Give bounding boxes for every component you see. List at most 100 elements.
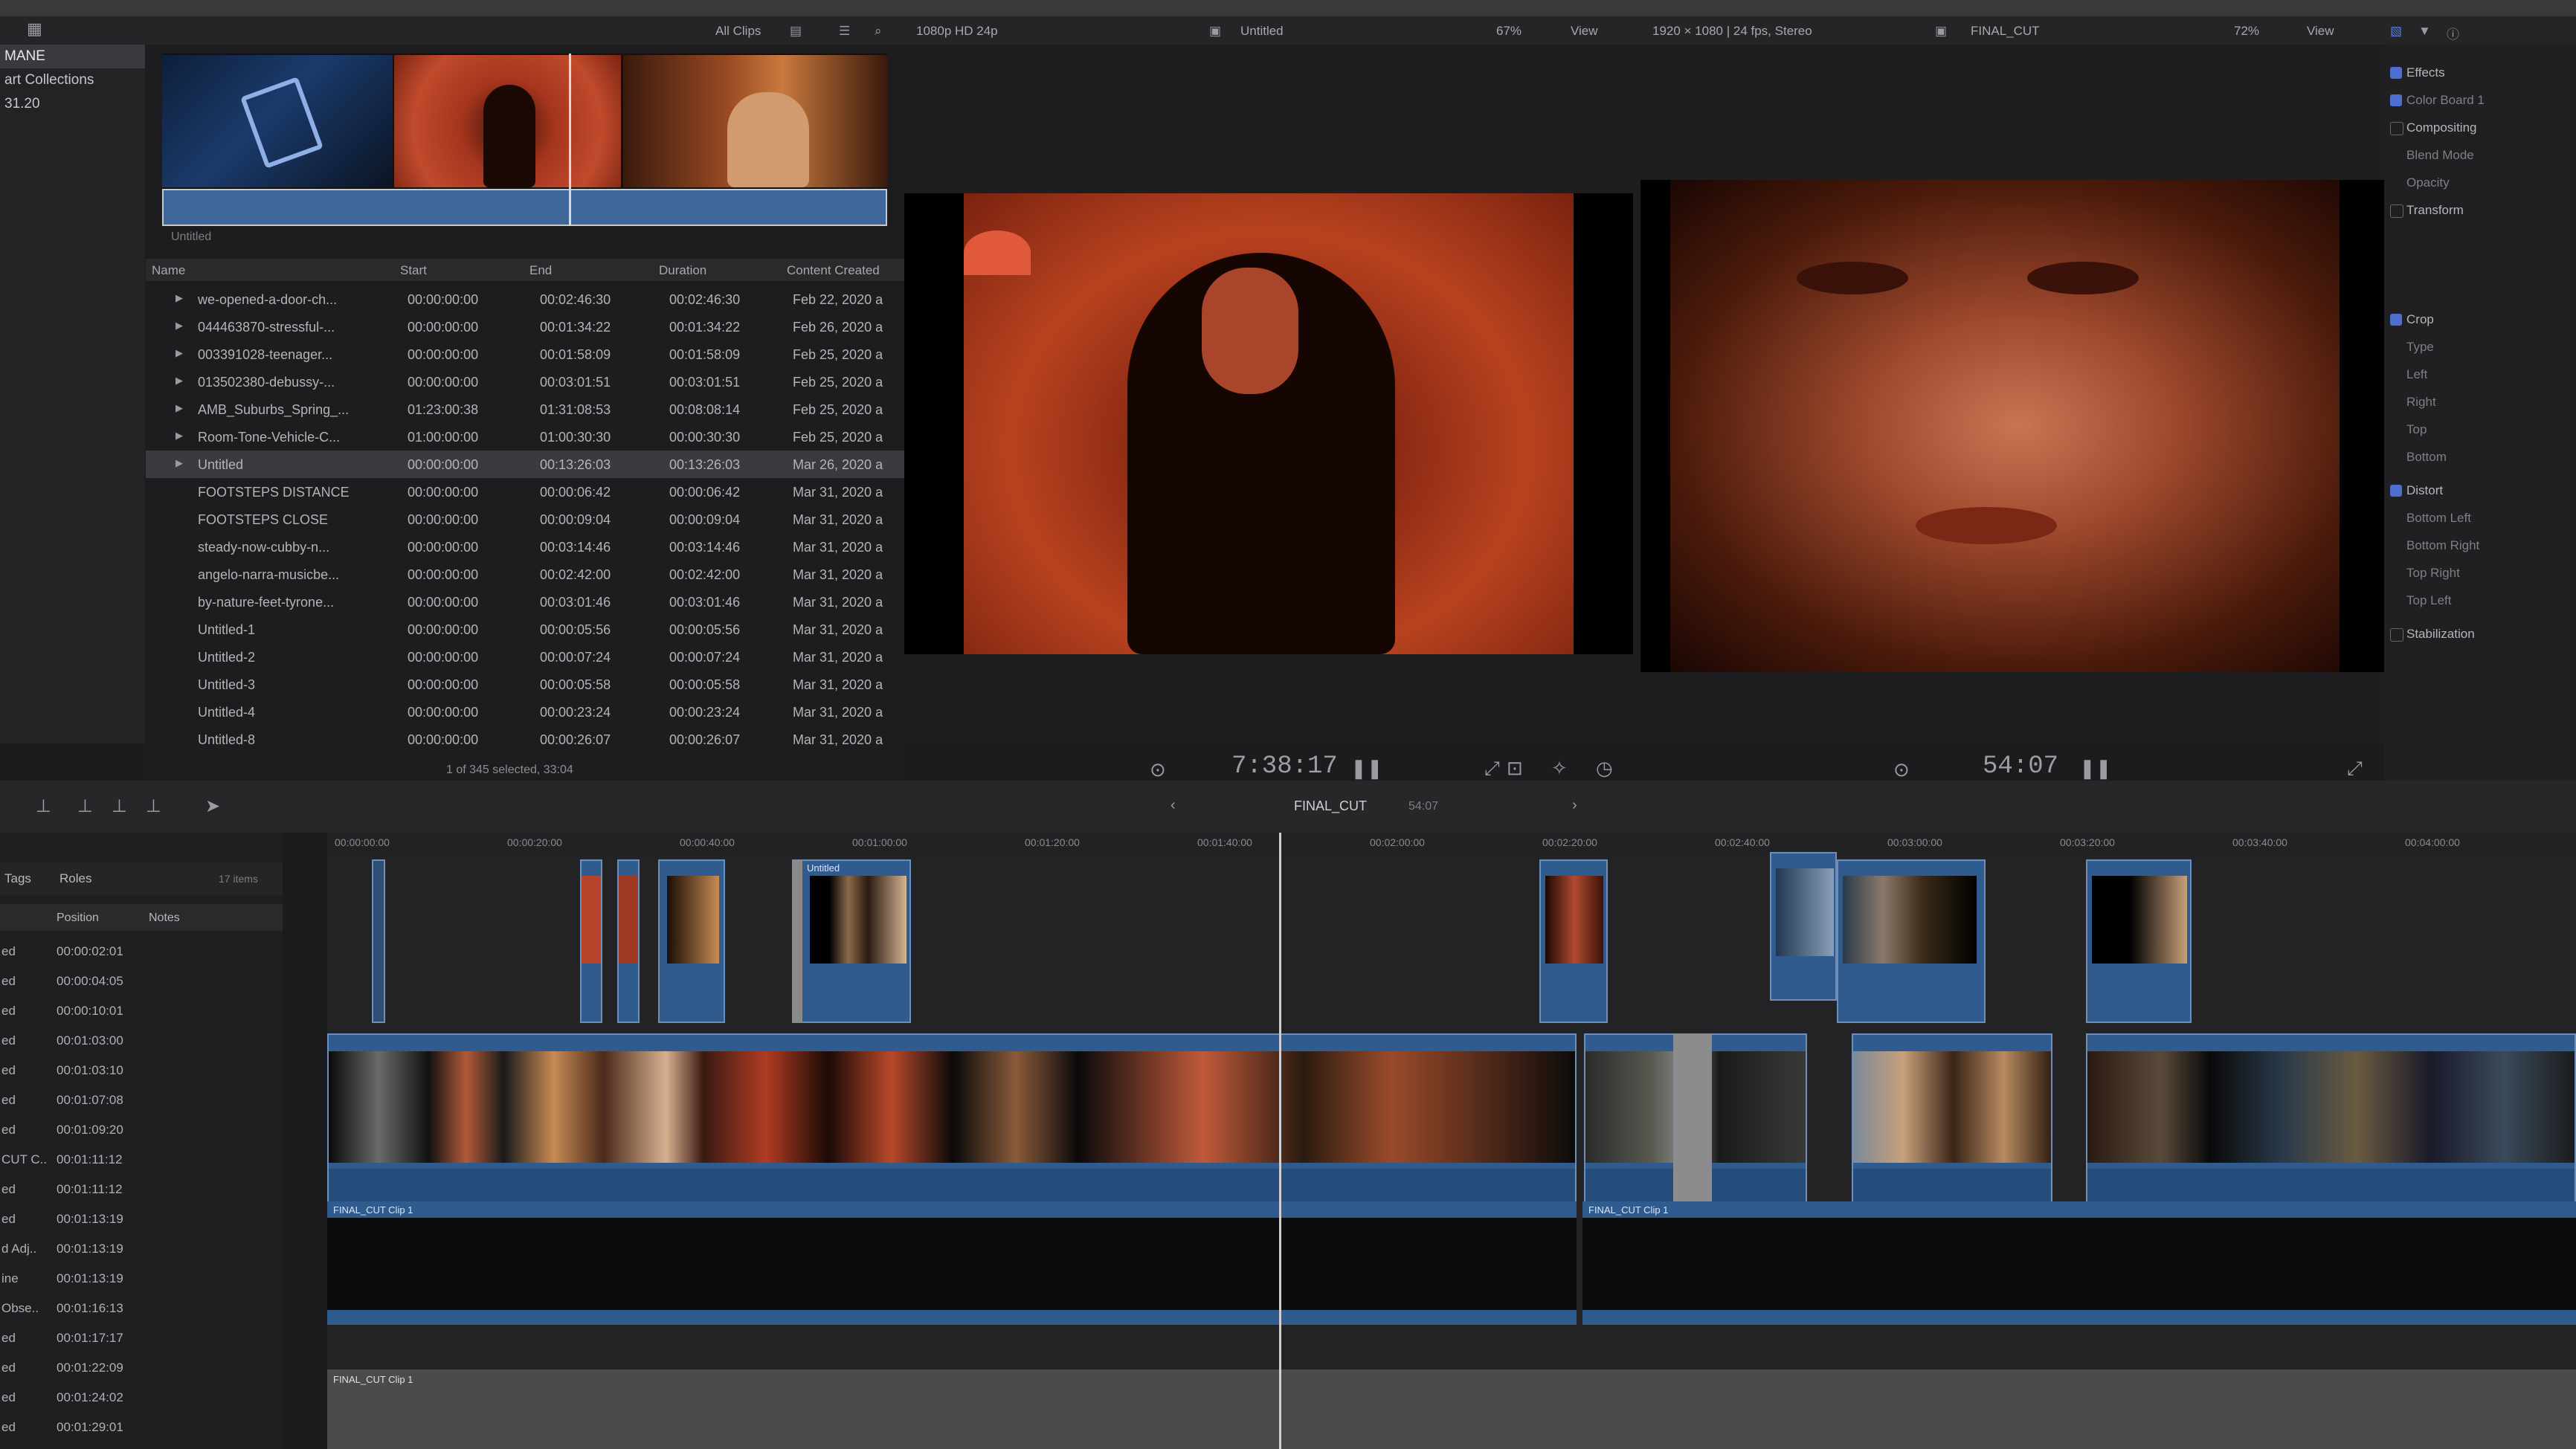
inspector-item[interactable]: Stabilization: [2406, 627, 2475, 642]
sidebar-item[interactable]: art Collections: [0, 68, 145, 92]
audio-lane[interactable]: FINAL_CUT Clip 1: [1582, 1201, 2576, 1325]
play-icon[interactable]: ⊙: [1150, 758, 1166, 781]
filmstrip[interactable]: [162, 54, 887, 226]
browser-row[interactable]: FOOTSTEPS DISTANCE 00:00:00:00 00:00:06:42…: [146, 478, 904, 506]
sidebar-item[interactable]: MANE: [0, 45, 145, 68]
index-row[interactable]: ed 00:00:10:01: [0, 996, 283, 1026]
forward-icon[interactable]: ›: [1572, 797, 1577, 814]
index-row[interactable]: ed 00:01:13:19: [0, 1204, 283, 1234]
overwrite-icon[interactable]: ⊥: [146, 796, 161, 817]
browser-row[interactable]: ▶ Room-Tone-Vehicle-C... 01:00:00:00 01:00:…: [146, 423, 904, 451]
col-notes[interactable]: Notes: [149, 911, 180, 925]
browser-row[interactable]: Untitled-4 00:00:00:00 00:00:23:24 00:00:23…: [146, 698, 904, 726]
index-row[interactable]: ed 00:01:07:08: [0, 1085, 283, 1115]
enable-checkbox[interactable]: [2390, 67, 2402, 79]
browser-row[interactable]: ▶ Untitled 00:00:00:00 00:13:26:03 00:13:26:…: [146, 451, 904, 478]
filmstrip-selection-range[interactable]: [162, 189, 887, 226]
fullscreen-icon-right[interactable]: ⤢: [2347, 757, 2363, 781]
connected-clip[interactable]: [1539, 859, 1608, 1023]
browser-row[interactable]: ▶ 013502380-debussy-... 00:00:00:00 00:03:0…: [146, 368, 904, 396]
enable-checkbox[interactable]: [2390, 122, 2403, 135]
enable-checkbox[interactable]: [2390, 94, 2402, 106]
index-row[interactable]: ed 00:01:11:12: [0, 1175, 283, 1204]
sidebar-item[interactable]: 31.20: [0, 92, 145, 116]
connected-clip[interactable]: Untitled: [792, 859, 911, 1023]
connected-clip[interactable]: [1837, 859, 1986, 1023]
disclosure-triangle-icon[interactable]: ▶: [176, 320, 183, 332]
index-row[interactable]: CUT C.. 00:01:11:12: [0, 1145, 283, 1175]
enable-checkbox[interactable]: [2390, 314, 2402, 326]
clip-filter-menu[interactable]: All Clips: [715, 24, 761, 39]
search-icon[interactable]: ⌕: [875, 24, 882, 39]
browser-row[interactable]: ▶ 003391028-teenager... 00:00:00:00 00:01:5…: [146, 341, 904, 368]
library-icon[interactable]: ▦: [27, 19, 42, 39]
connected-clip[interactable]: [372, 859, 385, 1023]
browser-row[interactable]: Untitled-8 00:00:00:00 00:00:26:07 00:00:26…: [146, 726, 904, 753]
disclosure-triangle-icon[interactable]: ▶: [176, 375, 183, 387]
disclosure-triangle-icon[interactable]: ▶: [176, 430, 183, 442]
inspector-item[interactable]: Crop: [2406, 312, 2434, 327]
viewer-frame[interactable]: [964, 193, 1574, 654]
connected-clip[interactable]: [580, 859, 602, 1023]
index-row[interactable]: ed 00:01:03:00: [0, 1026, 283, 1056]
connected-clip[interactable]: [617, 859, 640, 1023]
inspector-toggle-icon[interactable]: ▧: [2390, 24, 2402, 39]
col-position[interactable]: Position: [57, 911, 99, 925]
transform-icon[interactable]: ⊡: [1507, 757, 1523, 780]
zoom-menu-left[interactable]: 67%: [1496, 24, 1522, 39]
disclosure-triangle-icon[interactable]: ▶: [176, 457, 183, 469]
index-row[interactable]: ed 00:00:04:05: [0, 966, 283, 996]
connect-icon[interactable]: ⊥: [36, 796, 51, 817]
select-tool-icon[interactable]: ➤: [205, 796, 220, 817]
playhead[interactable]: [1279, 833, 1281, 1449]
col-content-created[interactable]: Content Created: [787, 263, 880, 278]
index-row[interactable]: ed 00:01:24:02: [0, 1383, 283, 1413]
browser-row[interactable]: steady-now-cubby-n... 00:00:00:00 00:03:14…: [146, 533, 904, 561]
index-row[interactable]: Obse.. 00:01:16:13: [0, 1294, 283, 1323]
connected-clip[interactable]: [1770, 852, 1837, 1001]
col-duration[interactable]: Duration: [659, 263, 706, 278]
index-row[interactable]: d Adj.. 00:01:13:19: [0, 1234, 283, 1264]
index-row[interactable]: ine 00:01:13:19: [0, 1264, 283, 1294]
inspector-item[interactable]: Transform: [2406, 203, 2464, 218]
zoom-menu-right[interactable]: 72%: [2234, 24, 2259, 39]
insert-icon[interactable]: ⊥: [77, 796, 93, 817]
enhance-icon[interactable]: ✧: [1551, 757, 1568, 780]
append-icon[interactable]: ⊥: [112, 796, 127, 817]
info-icon[interactable]: ⓘ: [2447, 24, 2459, 42]
browser-row[interactable]: ▶ 044463870-stressful-... 00:00:00:00 00:01…: [146, 313, 904, 341]
disclosure-triangle-icon[interactable]: ▶: [176, 292, 183, 304]
col-start[interactable]: Start: [400, 263, 427, 278]
inspector-item[interactable]: Compositing: [2406, 120, 2477, 135]
col-end[interactable]: End: [529, 263, 552, 278]
tab-tags[interactable]: Tags: [4, 871, 31, 886]
index-row[interactable]: ed 00:01:17:17: [0, 1323, 283, 1353]
browser-row[interactable]: Untitled-1 00:00:00:00 00:00:05:56 00:00:05…: [146, 616, 904, 643]
enable-checkbox[interactable]: [2390, 485, 2402, 497]
browser-row[interactable]: ▶ AMB_Suburbs_Spring_... 01:23:00:38 01:31:…: [146, 396, 904, 423]
browser-row[interactable]: Untitled-2 00:00:00:00 00:00:07:24 00:00:07…: [146, 643, 904, 671]
col-name[interactable]: Name: [152, 263, 185, 278]
fullscreen-icon[interactable]: ⤢: [1484, 757, 1500, 781]
enable-checkbox[interactable]: [2390, 628, 2403, 642]
connected-clip[interactable]: [2086, 859, 2192, 1023]
enable-checkbox[interactable]: [2390, 204, 2403, 218]
viewer-frame[interactable]: [1670, 180, 2340, 672]
view-menu-left[interactable]: View: [1571, 24, 1598, 39]
back-icon[interactable]: ‹: [1171, 797, 1176, 814]
index-row[interactable]: ed 00:01:03:10: [0, 1056, 283, 1085]
timeline-project-menu[interactable]: FINAL_CUT: [1294, 798, 1367, 814]
inspector-item[interactable]: Distort: [2406, 483, 2443, 498]
list-view-icon[interactable]: ☰: [839, 24, 850, 39]
index-row[interactable]: ed 00:01:29:01: [0, 1413, 283, 1442]
filter-icon[interactable]: ▼: [2418, 24, 2431, 39]
disclosure-triangle-icon[interactable]: ▶: [176, 402, 183, 414]
pause-icon-right[interactable]: ❚❚: [2079, 757, 2112, 780]
browser-row[interactable]: by-nature-feet-tyrone... 00:00:00:00 00:03…: [146, 588, 904, 616]
music-lane[interactable]: FINAL_CUT Clip 1: [327, 1369, 2576, 1449]
audio-lane[interactable]: FINAL_CUT Clip 1: [327, 1201, 1577, 1325]
connected-clip[interactable]: [658, 859, 725, 1023]
view-menu-right[interactable]: View: [2307, 24, 2334, 39]
pause-icon[interactable]: ❚❚: [1350, 757, 1383, 780]
browser-row[interactable]: FOOTSTEPS CLOSE 00:00:00:00 00:00:09:04 00:…: [146, 506, 904, 533]
